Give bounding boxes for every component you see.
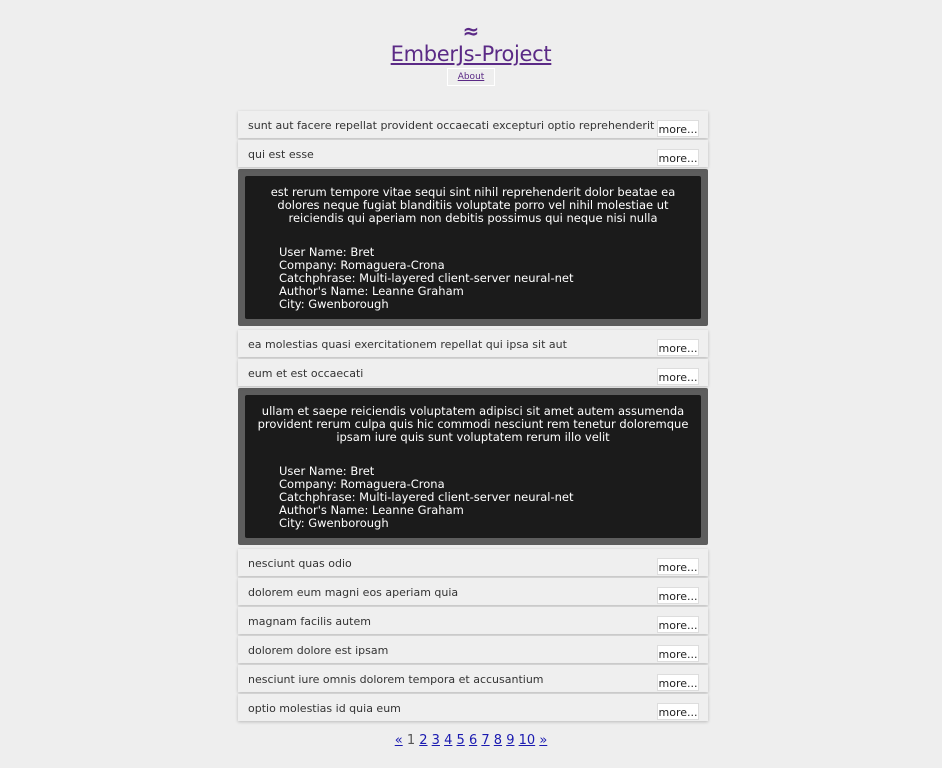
more-button[interactable]: more... [657, 645, 699, 662]
page-link-10[interactable]: 10 [519, 733, 536, 748]
post-row: optio molestias id quia eum more... [238, 694, 708, 721]
city: City: Gwenborough [279, 297, 389, 311]
post-title: magnam facilis autem [248, 615, 371, 628]
post-title: dolorem dolore est ipsam [248, 644, 389, 657]
post-row: sunt aut facere repellat provident occae… [238, 111, 708, 138]
post-body: ullam et saepe reiciendis voluptatem adi… [257, 404, 689, 444]
more-button[interactable]: more... [657, 120, 699, 137]
more-button[interactable]: more... [657, 616, 699, 633]
page-header: ≈ EmberJs-Project About [0, 0, 942, 86]
page-link-6[interactable]: 6 [469, 733, 477, 748]
pagination: « 1 2 3 4 5 6 7 8 9 10 » [0, 733, 942, 748]
post-title: optio molestias id quia eum [248, 702, 401, 715]
post-row: dolorem dolore est ipsam more... [238, 636, 708, 663]
post-list: sunt aut facere repellat provident occae… [238, 111, 708, 723]
post-title: nesciunt quas odio [248, 557, 352, 570]
post-title: eum et est occaecati [248, 367, 364, 380]
current-page: 1 [406, 733, 416, 748]
post-title: nesciunt iure omnis dolorem tempora et a… [248, 673, 544, 686]
more-button[interactable]: more... [657, 703, 699, 720]
post-row: ea molestias quasi exercitationem repell… [238, 330, 708, 357]
post-row: qui est esse more... [238, 140, 708, 167]
post-row: magnam facilis autem more... [238, 607, 708, 634]
page-link-8[interactable]: 8 [494, 733, 502, 748]
post-detail-panel: est rerum tempore vitae sequi sint nihil… [238, 169, 708, 326]
post-row: nesciunt quas odio more... [238, 549, 708, 576]
page-link-5[interactable]: 5 [457, 733, 465, 748]
more-button[interactable]: more... [657, 368, 699, 385]
post-row: nesciunt iure omnis dolorem tempora et a… [238, 665, 708, 692]
author-info: User Name: Bret Company: Romaguera-Crona… [255, 246, 691, 311]
author-info: User Name: Bret Company: Romaguera-Crona… [255, 465, 691, 530]
more-button[interactable]: more... [657, 674, 699, 691]
next-page-link[interactable]: » [539, 733, 547, 748]
post-title: dolorem eum magni eos aperiam quia [248, 586, 459, 599]
page-link-7[interactable]: 7 [481, 733, 489, 748]
page-link-2[interactable]: 2 [419, 733, 427, 748]
page-link-9[interactable]: 9 [506, 733, 514, 748]
more-button[interactable]: more... [657, 558, 699, 575]
tailwind-logo-icon: ≈ [462, 19, 480, 43]
prev-page-link[interactable]: « [395, 733, 403, 748]
post-detail-card: ullam et saepe reiciendis voluptatem adi… [245, 395, 701, 538]
post-title: sunt aut facere repellat provident occae… [248, 119, 655, 132]
more-button[interactable]: more... [657, 149, 699, 166]
post-body: est rerum tempore vitae sequi sint nihil… [270, 185, 676, 225]
post-title: ea molestias quasi exercitationem repell… [248, 338, 567, 351]
site-title-link[interactable]: EmberJs-Project [391, 42, 552, 66]
more-button[interactable]: more... [657, 587, 699, 604]
post-row: dolorem eum magni eos aperiam quia more.… [238, 578, 708, 605]
post-title: qui est esse [248, 148, 314, 161]
more-button[interactable]: more... [657, 339, 699, 356]
post-row: eum et est occaecati more... [238, 359, 708, 386]
post-detail-panel: ullam et saepe reiciendis voluptatem adi… [238, 388, 708, 545]
post-detail-card: est rerum tempore vitae sequi sint nihil… [245, 176, 701, 319]
page-link-3[interactable]: 3 [432, 733, 440, 748]
about-link[interactable]: About [446, 68, 496, 86]
page-link-4[interactable]: 4 [444, 733, 452, 748]
city: City: Gwenborough [279, 516, 389, 530]
